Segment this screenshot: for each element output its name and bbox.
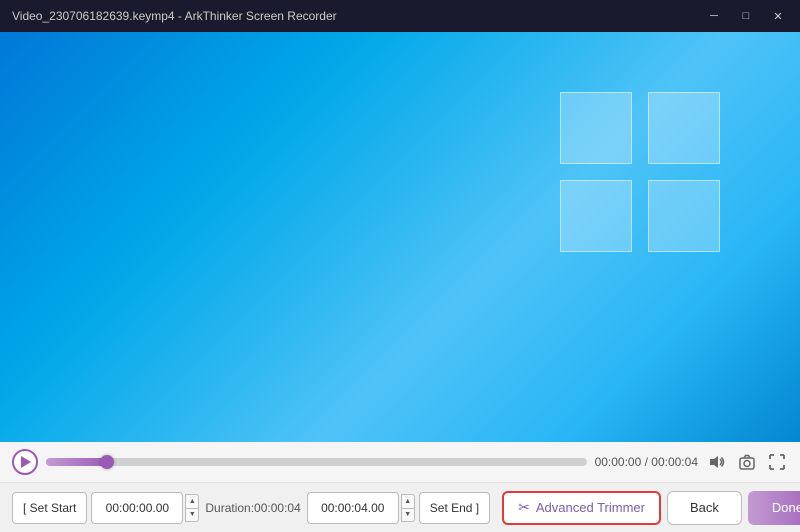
time-display: 00:00:00 / 00:00:04 <box>595 455 698 469</box>
close-button[interactable]: ✕ <box>764 6 792 26</box>
timeline-track[interactable] <box>46 458 587 466</box>
snapshot-button[interactable] <box>736 451 758 473</box>
minimize-button[interactable]: ─ <box>700 6 728 26</box>
start-time-decrement[interactable]: ▼ <box>185 508 199 522</box>
start-time-input[interactable] <box>91 492 183 524</box>
window-controls: ─ □ ✕ <box>700 6 792 26</box>
camera-icon <box>738 453 756 471</box>
end-time-input[interactable] <box>307 492 399 524</box>
set-start-group: [ Set Start ▲ ▼ <box>12 492 199 524</box>
maximize-button[interactable]: □ <box>732 6 760 26</box>
end-time-decrement[interactable]: ▼ <box>401 508 415 522</box>
controls-bar: 00:00:00 / 00:00:04 <box>0 442 800 532</box>
timeline-thumb[interactable] <box>100 455 114 469</box>
timeline-row: 00:00:00 / 00:00:04 <box>0 442 800 482</box>
advanced-trimmer-button[interactable]: ✂ Advanced Trimmer <box>502 491 661 525</box>
back-button[interactable]: Back <box>667 491 742 525</box>
set-start-button[interactable]: [ Set Start <box>12 492 87 524</box>
fullscreen-icon <box>769 454 785 470</box>
logo-pane-tr <box>648 92 720 164</box>
end-time-spinner: ▲ ▼ <box>401 494 415 522</box>
set-end-group: ▲ ▼ Set End ] <box>307 492 490 524</box>
windows-logo <box>560 92 720 252</box>
fullscreen-button[interactable] <box>766 451 788 473</box>
play-button[interactable] <box>12 449 38 475</box>
scissors-icon: ✂ <box>518 499 530 516</box>
logo-pane-br <box>648 180 720 252</box>
volume-button[interactable] <box>706 451 728 473</box>
title-bar: Video_230706182639.keymp4 - ArkThinker S… <box>0 0 800 32</box>
set-end-button[interactable]: Set End ] <box>419 492 490 524</box>
video-preview-area <box>0 32 800 442</box>
end-time-increment[interactable]: ▲ <box>401 494 415 508</box>
done-button[interactable]: Done <box>748 491 800 525</box>
video-frame <box>0 32 800 442</box>
volume-icon <box>708 453 726 471</box>
start-time-spinner: ▲ ▼ <box>185 494 199 522</box>
duration-label: Duration:00:00:04 <box>205 501 300 515</box>
action-row: [ Set Start ▲ ▼ Duration:00:00:04 ▲ ▼ Se… <box>0 482 800 532</box>
advanced-trimmer-label: Advanced Trimmer <box>536 500 645 515</box>
app-title: Video_230706182639.keymp4 - ArkThinker S… <box>8 9 700 23</box>
start-time-increment[interactable]: ▲ <box>185 494 199 508</box>
logo-pane-bl <box>560 180 632 252</box>
logo-pane-tl <box>560 92 632 164</box>
play-icon <box>21 456 31 468</box>
